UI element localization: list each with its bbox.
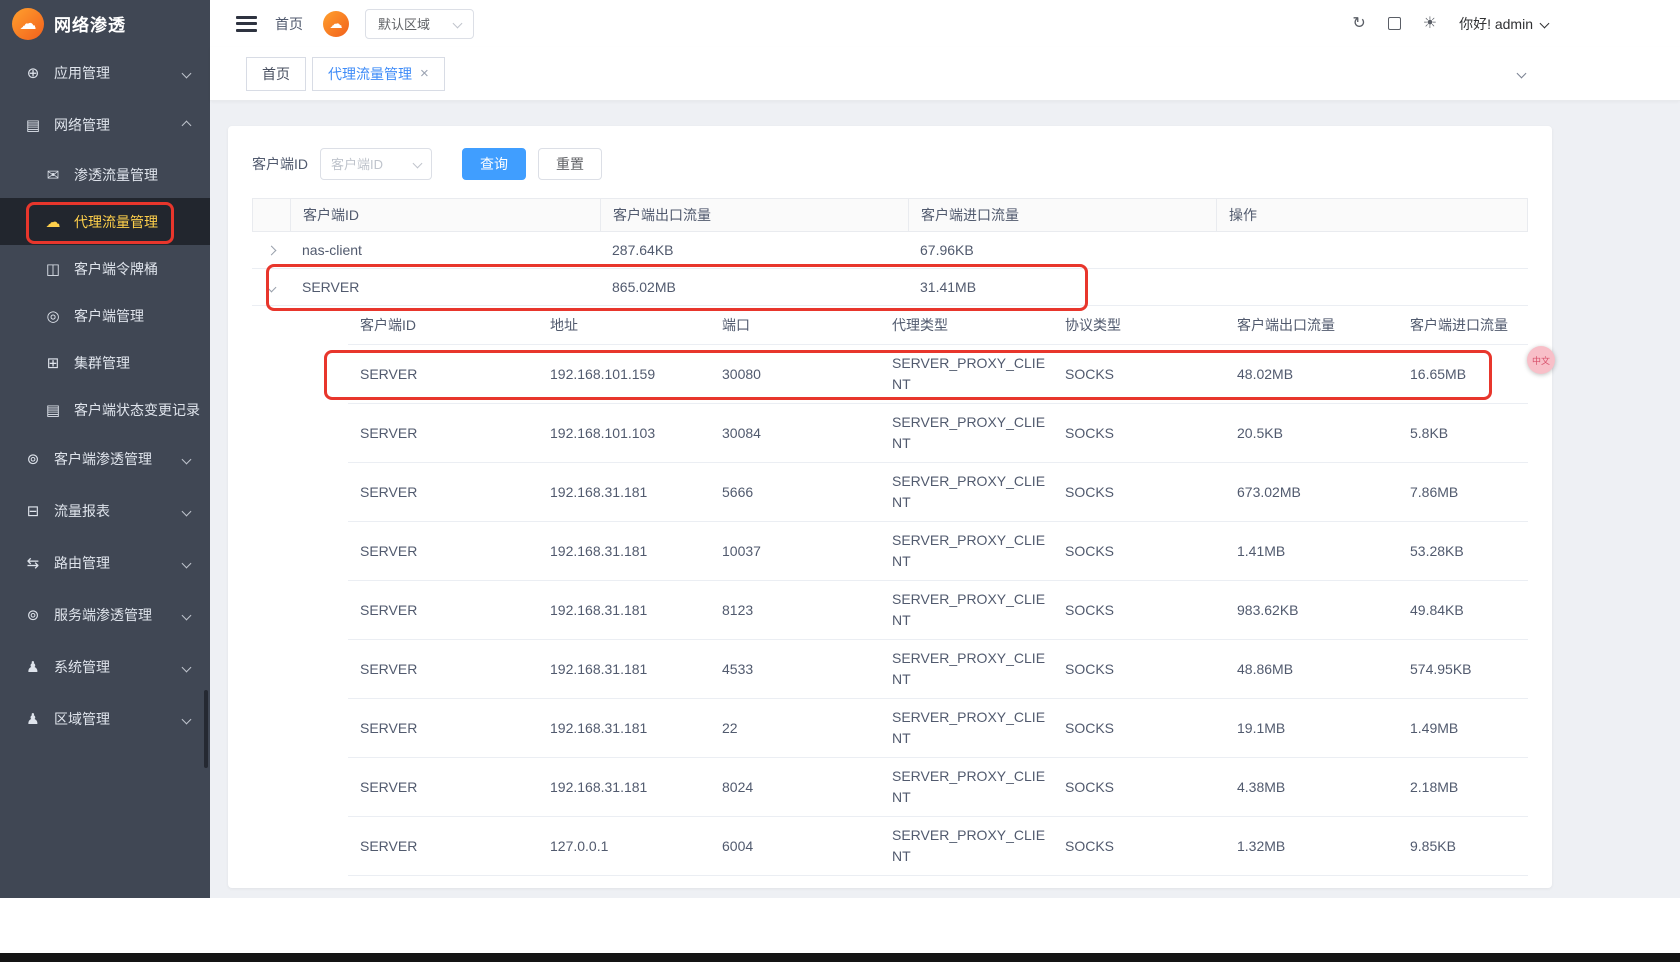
nested-table-header: 客户端ID 地址 端口 代理类型 协议类型 客户端出口流量 客户端进口流量 <box>348 306 1528 345</box>
sidebar-item-penetration-traffic[interactable]: ✉ 渗透流量管理 <box>0 151 210 198</box>
chevron-down-icon <box>182 506 192 516</box>
collapse-sidebar-icon[interactable] <box>236 16 257 32</box>
table-header: 客户端ID 客户端出口流量 客户端进口流量 操作 <box>252 198 1528 232</box>
breadcrumb-cloud-icon: ☁ <box>323 11 349 37</box>
traffic-table: 客户端ID 客户端出口流量 客户端进口流量 操作 nas-client 287.… <box>252 198 1528 876</box>
sidebar-item-cluster-management[interactable]: ⊞ 集群管理 <box>0 339 210 386</box>
nested-table-row[interactable]: SERVER 192.168.31.181 5666 SERVER_PROXY_… <box>348 463 1528 522</box>
close-tab-icon[interactable]: × <box>420 66 429 81</box>
nested-table-row[interactable]: SERVER 192.168.31.181 10037 SERVER_PROXY… <box>348 522 1528 581</box>
chevron-down-icon <box>182 68 192 78</box>
nested-table-row[interactable]: SERVER 192.168.31.181 22 SERVER_PROXY_CL… <box>348 699 1528 758</box>
chevron-down-icon <box>182 662 192 672</box>
token-bucket-icon: ◫ <box>44 260 62 278</box>
nested-table-row[interactable]: SERVER 192.168.31.181 8024 SERVER_PROXY_… <box>348 758 1528 817</box>
topbar: 首页 ☁ 默认区域 ↻ ☀ 你好! admin <box>210 0 1680 47</box>
sidebar-item-route-management[interactable]: ⇆ 路由管理 <box>0 537 210 589</box>
table-row-nas-client[interactable]: nas-client 287.64KB 67.96KB <box>252 232 1528 269</box>
user-greeting: 你好! admin <box>1459 14 1533 34</box>
client-penetration-icon: ⊚ <box>24 450 42 468</box>
content-area: 客户端ID 查询 重置 客户端ID 客户端出口流量 客 <box>210 101 1680 898</box>
bottom-bar <box>0 953 1680 962</box>
client-id-combo <box>320 148 432 180</box>
app-management-icon: ⊕ <box>24 64 42 82</box>
sidebar-item-client-penetration[interactable]: ⊚ 客户端渗透管理 <box>0 433 210 485</box>
region-management-icon: ♟ <box>24 710 42 728</box>
theme-icon[interactable]: ☀ <box>1423 16 1437 32</box>
expand-row-icon[interactable] <box>266 245 276 255</box>
route-management-icon: ⇆ <box>24 554 42 572</box>
floating-badge[interactable]: 中文 <box>1527 346 1555 374</box>
nested-proxy-table: 客户端ID 地址 端口 代理类型 协议类型 客户端出口流量 客户端进口流量 <box>348 306 1528 876</box>
chevron-up-icon <box>182 120 192 130</box>
app-title: 网络渗透 <box>54 11 126 36</box>
sidebar-item-client-status-record[interactable]: ▤ 客户端状态变更记录 <box>0 386 210 433</box>
sidebar-item-server-penetration[interactable]: ⊚ 服务端渗透管理 <box>0 589 210 641</box>
tabs-dropdown-icon[interactable] <box>1517 69 1527 79</box>
tabs-bar: 首页 代理流量管理 × <box>210 47 1680 101</box>
refresh-icon[interactable]: ↻ <box>1352 16 1365 32</box>
tab-home[interactable]: 首页 <box>246 57 306 91</box>
cluster-management-icon: ⊞ <box>44 354 62 372</box>
sidebar-item-region-management[interactable]: ♟ 区域管理 <box>0 693 210 745</box>
proxy-traffic-card: 客户端ID 查询 重置 客户端ID 客户端出口流量 客 <box>228 126 1552 888</box>
collapse-row-icon[interactable] <box>266 282 276 292</box>
sidebar-scrollbar[interactable] <box>204 690 208 768</box>
system-management-icon: ♟ <box>24 658 42 676</box>
sidebar-item-traffic-report[interactable]: ⊟ 流量报表 <box>0 485 210 537</box>
table-row-server[interactable]: SERVER 865.02MB 31.41MB <box>252 269 1528 306</box>
nested-table-row[interactable]: SERVER 192.168.101.159 30080 SERVER_PROX… <box>348 345 1528 404</box>
chevron-down-icon <box>182 454 192 464</box>
filter-row: 客户端ID 查询 重置 <box>252 148 1528 180</box>
server-penetration-icon: ⊚ <box>24 606 42 624</box>
chevron-down-icon <box>182 558 192 568</box>
network-management-icon: ▤ <box>24 116 42 134</box>
sidebar-item-client-management[interactable]: ◎ 客户端管理 <box>0 292 210 339</box>
penetration-traffic-icon: ✉ <box>44 166 62 184</box>
sidebar-item-system-management[interactable]: ♟ 系统管理 <box>0 641 210 693</box>
search-button[interactable]: 查询 <box>462 148 526 180</box>
fullscreen-icon[interactable] <box>1388 17 1401 30</box>
nested-table-row[interactable]: SERVER 192.168.31.181 4533 SERVER_PROXY_… <box>348 640 1528 699</box>
nested-table-row[interactable]: SERVER 192.168.31.181 8123 SERVER_PROXY_… <box>348 581 1528 640</box>
region-select[interactable]: 默认区域 <box>365 9 474 39</box>
client-management-icon: ◎ <box>44 307 62 325</box>
tab-proxy-traffic[interactable]: 代理流量管理 × <box>312 57 445 91</box>
page: ☁ 网络渗透 ⊕ 应用管理 ▤ 网络管理 ✉ 渗透流量管理 <box>0 0 1680 962</box>
status-record-icon: ▤ <box>44 401 62 419</box>
logo: ☁ 网络渗透 <box>0 0 210 47</box>
logo-cloud-icon: ☁ <box>12 8 44 40</box>
sidebar-item-network-management[interactable]: ▤ 网络管理 <box>0 99 210 151</box>
nested-table-row[interactable]: SERVER 127.0.0.1 6004 SERVER_PROXY_CLIEN… <box>348 817 1528 876</box>
expand-column-header <box>253 199 291 231</box>
traffic-report-icon: ⊟ <box>24 502 42 520</box>
chevron-down-icon <box>182 714 192 724</box>
nested-table-body: SERVER 192.168.101.159 30080 SERVER_PROX… <box>348 345 1528 876</box>
user-menu[interactable]: 你好! admin <box>1459 14 1548 34</box>
proxy-traffic-icon: ☁ <box>44 213 62 231</box>
chevron-down-icon <box>1540 19 1550 29</box>
chevron-down-icon <box>453 19 463 29</box>
sidebar-item-token-bucket[interactable]: ◫ 客户端令牌桶 <box>0 245 210 292</box>
sidebar-menu: ⊕ 应用管理 ▤ 网络管理 ✉ 渗透流量管理 ☁ 代理流量管理 <box>0 47 210 745</box>
reset-button[interactable]: 重置 <box>538 148 602 180</box>
sidebar: ☁ 网络渗透 ⊕ 应用管理 ▤ 网络管理 ✉ 渗透流量管理 <box>0 0 210 898</box>
chevron-down-icon <box>182 610 192 620</box>
sidebar-item-app-management[interactable]: ⊕ 应用管理 <box>0 47 210 99</box>
breadcrumb[interactable]: 首页 <box>275 14 303 34</box>
sidebar-item-proxy-traffic[interactable]: ☁ 代理流量管理 <box>0 198 210 245</box>
client-id-label: 客户端ID <box>252 154 308 174</box>
nested-table-row[interactable]: SERVER 192.168.101.103 30084 SERVER_PROX… <box>348 404 1528 463</box>
